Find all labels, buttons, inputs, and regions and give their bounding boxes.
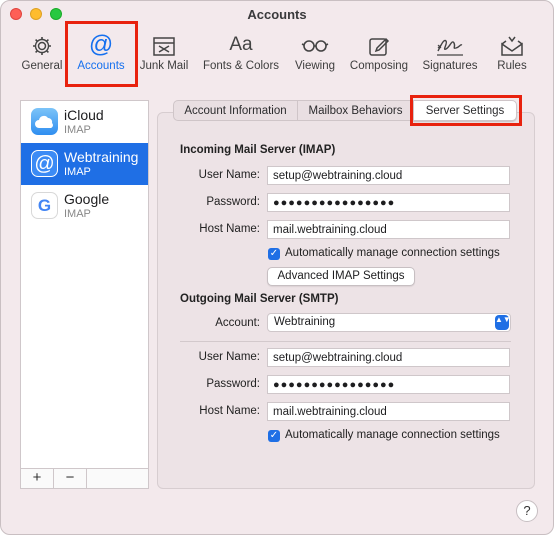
preferences-toolbar: General @ Accounts Junk Mail Aa Fonts & … bbox=[1, 27, 553, 87]
outgoing-auto-manage-label: Automatically manage connection settings bbox=[285, 429, 500, 441]
toolbar-general-label: General bbox=[21, 60, 63, 72]
incoming-host-label: Host Name: bbox=[199, 223, 260, 235]
account-type: IMAP bbox=[64, 208, 91, 220]
toolbar-viewing[interactable]: Viewing bbox=[292, 31, 338, 83]
account-item-google[interactable]: G Google IMAP bbox=[21, 185, 148, 227]
accounts-window: Accounts General @ Accounts Junk Mail Aa… bbox=[0, 0, 554, 535]
tab-mailbox-behaviors[interactable]: Mailbox Behaviors bbox=[297, 100, 414, 121]
outgoing-password-field[interactable] bbox=[267, 375, 510, 394]
outgoing-account-select[interactable]: Webtraining ▲▼ bbox=[267, 313, 511, 332]
incoming-auto-manage-label: Automatically manage connection settings bbox=[285, 247, 500, 259]
toolbar-fonts-colors-label: Fonts & Colors bbox=[202, 60, 280, 72]
accounts-sidebar: iCloud IMAP @ Webtraining IMAP G Google … bbox=[20, 100, 149, 489]
toolbar-accounts[interactable]: @ Accounts bbox=[73, 31, 129, 83]
incoming-password-field[interactable] bbox=[267, 193, 510, 212]
outgoing-account-label: Account: bbox=[215, 317, 260, 329]
outgoing-section-title: Outgoing Mail Server (SMTP) bbox=[180, 293, 339, 305]
outgoing-user-field[interactable] bbox=[267, 348, 510, 367]
font-aa-icon: Aa bbox=[229, 34, 253, 55]
select-arrows-icon: ▲▼ bbox=[495, 315, 511, 330]
remove-account-button[interactable]: − bbox=[54, 469, 87, 488]
incoming-section-title: Incoming Mail Server (IMAP) bbox=[180, 144, 336, 156]
window-title: Accounts bbox=[247, 7, 307, 22]
compose-pencil-icon bbox=[348, 31, 410, 59]
help-button[interactable]: ? bbox=[516, 500, 538, 522]
outgoing-host-field[interactable] bbox=[267, 402, 510, 421]
outgoing-account-value: Webtraining bbox=[274, 316, 336, 328]
outgoing-password-label: Password: bbox=[206, 378, 260, 390]
google-logo-icon: G bbox=[31, 192, 58, 219]
toolbar-fonts-colors[interactable]: Aa Fonts & Colors bbox=[200, 31, 282, 83]
add-account-button[interactable]: + bbox=[21, 469, 54, 488]
incoming-user-label: User Name: bbox=[198, 169, 260, 181]
toolbar-rules-label: Rules bbox=[497, 60, 527, 72]
incoming-auto-manage-checkbox[interactable]: ✓ bbox=[268, 248, 280, 260]
toolbar-signatures[interactable]: Signatures bbox=[420, 31, 480, 83]
toolbar-junk-mail[interactable]: Junk Mail bbox=[138, 31, 190, 83]
outgoing-host-label: Host Name: bbox=[199, 405, 260, 417]
toolbar-general[interactable]: General bbox=[21, 31, 63, 83]
signature-icon bbox=[420, 31, 480, 59]
toolbar-rules[interactable]: Rules bbox=[494, 31, 530, 83]
account-name: iCloud bbox=[64, 107, 104, 123]
incoming-host-field[interactable] bbox=[267, 220, 510, 239]
junk-tray-icon bbox=[138, 31, 190, 59]
account-name: Google bbox=[64, 191, 110, 207]
toolbar-viewing-label: Viewing bbox=[294, 60, 336, 72]
envelope-rules-icon bbox=[494, 31, 530, 59]
account-item-icloud[interactable]: iCloud IMAP bbox=[21, 101, 148, 143]
outgoing-auto-manage-checkbox[interactable]: ✓ bbox=[268, 430, 280, 442]
account-name: Webtraining bbox=[64, 149, 139, 165]
at-logo-icon: @ bbox=[31, 150, 58, 177]
gear-icon bbox=[21, 31, 63, 59]
incoming-user-field[interactable] bbox=[267, 166, 510, 185]
toolbar-junk-mail-label: Junk Mail bbox=[139, 60, 189, 72]
outgoing-user-label: User Name: bbox=[198, 351, 260, 363]
toolbar-composing[interactable]: Composing bbox=[348, 31, 410, 83]
incoming-password-label: Password: bbox=[206, 196, 260, 208]
at-sign-icon: @ bbox=[88, 31, 114, 58]
account-item-webtraining[interactable]: @ Webtraining IMAP bbox=[21, 143, 148, 185]
tab-server-settings[interactable]: Server Settings bbox=[413, 100, 517, 121]
account-type: IMAP bbox=[64, 124, 91, 136]
account-type: IMAP bbox=[64, 166, 91, 178]
glasses-icon bbox=[292, 31, 338, 59]
toolbar-accounts-label: Accounts bbox=[77, 60, 125, 72]
sidebar-footer: + − bbox=[21, 468, 148, 488]
tab-account-information[interactable]: Account Information bbox=[173, 100, 298, 121]
icloud-logo-icon bbox=[31, 108, 58, 135]
advanced-imap-settings-button[interactable]: Advanced IMAP Settings bbox=[267, 267, 415, 286]
toolbar-composing-label: Composing bbox=[349, 60, 409, 72]
toolbar-signatures-label: Signatures bbox=[422, 60, 478, 72]
section-divider bbox=[180, 341, 511, 342]
